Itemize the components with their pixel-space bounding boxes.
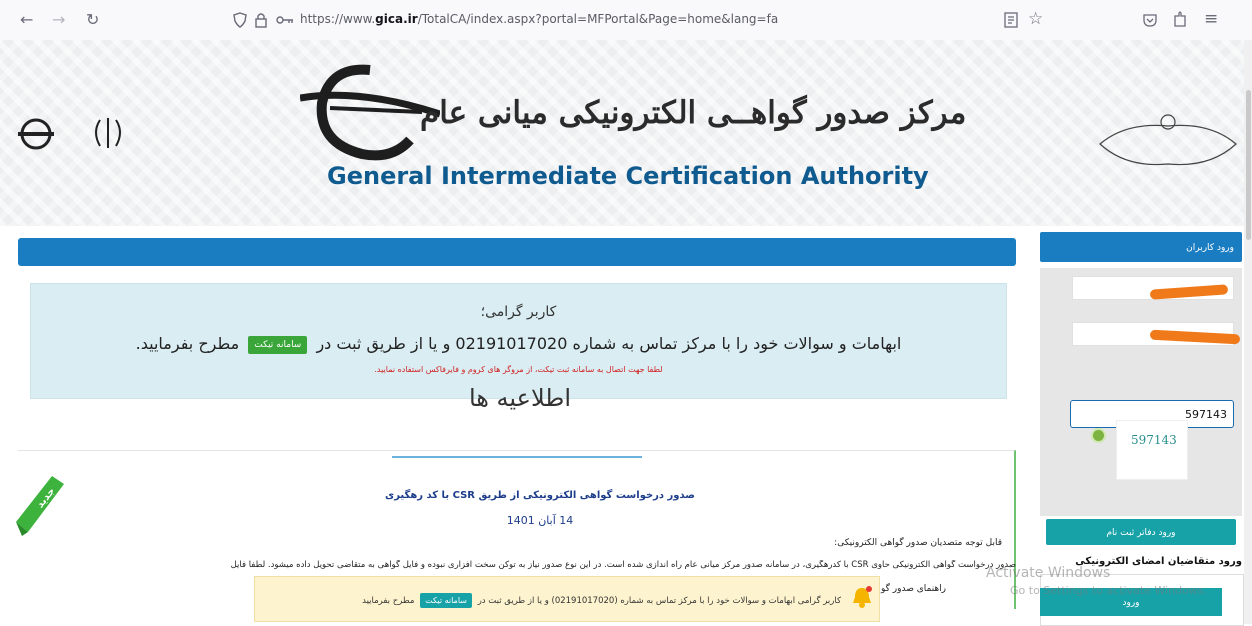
back-icon[interactable]: ← bbox=[20, 10, 33, 29]
new-ribbon-badge: جدید bbox=[16, 476, 64, 536]
news-card-paragraph-1: قابل توجه متصدیان صدور گواهی الکترونیکی: bbox=[834, 538, 1002, 548]
lock-icon[interactable] bbox=[254, 12, 268, 28]
registry-office-login-button[interactable]: ورود دفاتر ثبت نام bbox=[1046, 519, 1236, 545]
news-card-paragraph-3: راهنمای صدور گو bbox=[880, 584, 946, 594]
page-scrollbar[interactable] bbox=[1244, 40, 1252, 624]
site-title-fa: مرکز صدور گواهــی الکترونیکی میانی عام bbox=[420, 95, 967, 131]
site-banner bbox=[0, 40, 1244, 226]
ticket-system-button[interactable]: سامانه تیکت bbox=[248, 335, 308, 354]
activate-windows-watermark: Activate Windows bbox=[986, 565, 1111, 581]
scrollbar-thumb[interactable] bbox=[1246, 90, 1251, 240]
info-alert: کاربر گرامی؛ ابهامات و سوالات خود را با … bbox=[30, 283, 1007, 399]
url-text[interactable]: https://www.gica.ir/TotalCA/index.aspx?p… bbox=[300, 12, 778, 26]
info-message: ابهامات و سوالات خود را با مرکز تماس به … bbox=[135, 334, 902, 354]
notification-toast: کاربر گرامی ابهامات و سوالات خود را با م… bbox=[254, 576, 880, 622]
gica-logo-icon bbox=[300, 64, 440, 161]
news-card-paragraph-2: صدور درخواست گواهی الکترونیکی حاوی CSR ب… bbox=[230, 560, 1016, 570]
browser-warning: لطفا جهت اتصال به سامانه ثبت تیکت، از مر… bbox=[374, 365, 663, 374]
pocket-icon[interactable] bbox=[1142, 12, 1158, 28]
refresh-captcha-icon[interactable] bbox=[1091, 428, 1106, 443]
shield-icon[interactable] bbox=[232, 12, 248, 28]
captcha-image: 597143 bbox=[1116, 420, 1188, 480]
login-header: ورود کاربران bbox=[1040, 232, 1242, 262]
toast-ticket-button[interactable]: سامانه تیکت bbox=[420, 593, 472, 608]
calligraphy-logo-icon bbox=[1099, 114, 1237, 166]
forward-icon[interactable]: → bbox=[52, 10, 65, 29]
news-card-title[interactable]: صدور درخواست گواهی الکترونیکی از طریق CS… bbox=[340, 490, 740, 501]
extensions-icon[interactable] bbox=[1172, 10, 1188, 28]
site-title-en: General Intermediate Certification Autho… bbox=[327, 162, 929, 190]
info-greeting: کاربر گرامی؛ bbox=[480, 304, 557, 320]
login-panel: 597143 597143 bbox=[1040, 268, 1242, 516]
news-heading: اطلاعیه ها bbox=[468, 384, 572, 412]
star-icon[interactable]: ☆ bbox=[1028, 9, 1043, 29]
main-nav-bar bbox=[18, 238, 1016, 266]
ministry-logos-icon bbox=[18, 118, 121, 150]
activate-windows-subtext: Go to Settings to activate Windows. bbox=[1010, 584, 1208, 597]
menu-icon[interactable]: ≡ bbox=[1204, 9, 1218, 29]
toast-text: کاربر گرامی ابهامات و سوالات خود را با م… bbox=[362, 593, 841, 608]
reader-icon[interactable] bbox=[1004, 12, 1018, 28]
key-icon[interactable] bbox=[276, 14, 294, 26]
news-card-date: 14 آبان 1401 bbox=[506, 514, 574, 527]
bell-icon[interactable] bbox=[851, 585, 873, 609]
browser-toolbar: ← → ↻ https://www.gica.ir/TotalCA/index.… bbox=[0, 0, 1252, 41]
reload-icon[interactable]: ↻ bbox=[86, 10, 99, 29]
